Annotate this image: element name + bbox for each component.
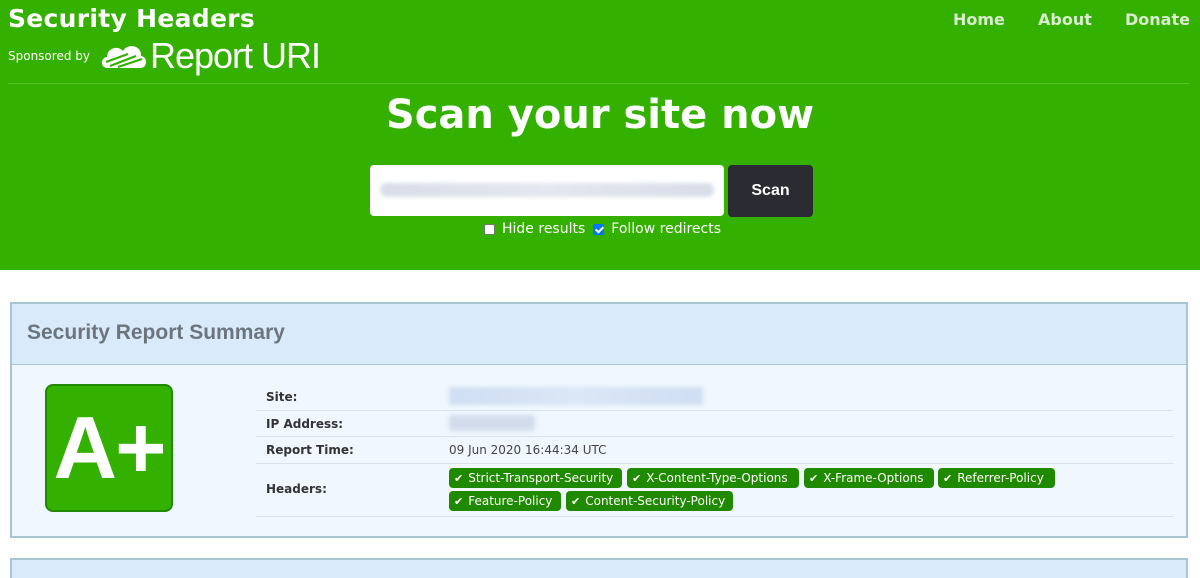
- hide-results-checkbox[interactable]: [484, 223, 495, 235]
- sponsor-logo-text: Report URI: [149, 35, 321, 76]
- grade-badge: A+: [45, 384, 173, 512]
- security-report-panel: Security Report Summary A+ Site: IP Addr…: [10, 302, 1188, 538]
- check-icon: ✔: [454, 471, 464, 485]
- nav-about[interactable]: About: [1038, 10, 1092, 29]
- badge-x-frame-options[interactable]: ✔ X-Frame-Options: [804, 468, 934, 488]
- scan-button[interactable]: Scan: [728, 165, 813, 217]
- check-icon: ✔: [454, 494, 464, 508]
- site-label: Site:: [266, 390, 298, 404]
- badge-x-content-type-options[interactable]: ✔ X-Content-Type-Options: [627, 468, 799, 488]
- check-icon: ✔: [943, 471, 953, 485]
- headers-label: Headers:: [266, 482, 327, 496]
- check-icon: ✔: [632, 471, 642, 485]
- row-headers: Headers: ✔ Strict-Transport-Security ✔ X-C…: [256, 463, 1173, 517]
- report-time-label: Report Time:: [266, 443, 354, 457]
- check-icon: ✔: [571, 494, 581, 508]
- badge-feature-policy[interactable]: ✔ Feature-Policy: [449, 491, 561, 511]
- hero-banner: Security Headers Sponsored by Report URI…: [0, 0, 1200, 270]
- ip-value-redacted: [449, 415, 535, 431]
- site-value-redacted: [449, 387, 703, 405]
- ip-label: IP Address:: [266, 417, 344, 431]
- sponsored-by-label: Sponsored by: [8, 49, 90, 63]
- nav-home[interactable]: Home: [953, 10, 1005, 29]
- nav-donate[interactable]: Donate: [1125, 10, 1190, 29]
- row-site: Site:: [256, 384, 1173, 411]
- site-title[interactable]: Security Headers: [8, 4, 255, 33]
- follow-redirects-label[interactable]: Follow redirects: [611, 221, 721, 237]
- sponsor-row[interactable]: Sponsored by Report URI: [8, 35, 321, 76]
- row-ip: IP Address:: [256, 410, 1173, 437]
- row-report-time: Report Time: 09 Jun 2020 16:44:34 UTC: [256, 436, 1173, 464]
- header-divider: [8, 83, 1190, 84]
- panel-header: Security Report Summary: [12, 304, 1186, 365]
- url-input-redacted-value: [380, 183, 714, 197]
- check-icon: ✔: [809, 471, 819, 485]
- scan-options: Hide results Follow redirects: [484, 221, 729, 237]
- scan-title: Scan your site now: [385, 92, 815, 138]
- badge-referrer-policy[interactable]: ✔ Referrer-Policy: [938, 468, 1055, 488]
- panel-title: Security Report Summary: [27, 321, 285, 344]
- cloud-logo-icon: [101, 46, 147, 69]
- follow-redirects-checkbox[interactable]: [593, 223, 605, 235]
- badge-strict-transport-security[interactable]: ✔ Strict-Transport-Security: [449, 468, 622, 488]
- report-time-value: 09 Jun 2020 16:44:34 UTC: [449, 443, 607, 457]
- badge-content-security-policy[interactable]: ✔ Content-Security-Policy: [566, 491, 733, 511]
- hide-results-label[interactable]: Hide results: [502, 221, 585, 237]
- next-panel: [10, 558, 1188, 578]
